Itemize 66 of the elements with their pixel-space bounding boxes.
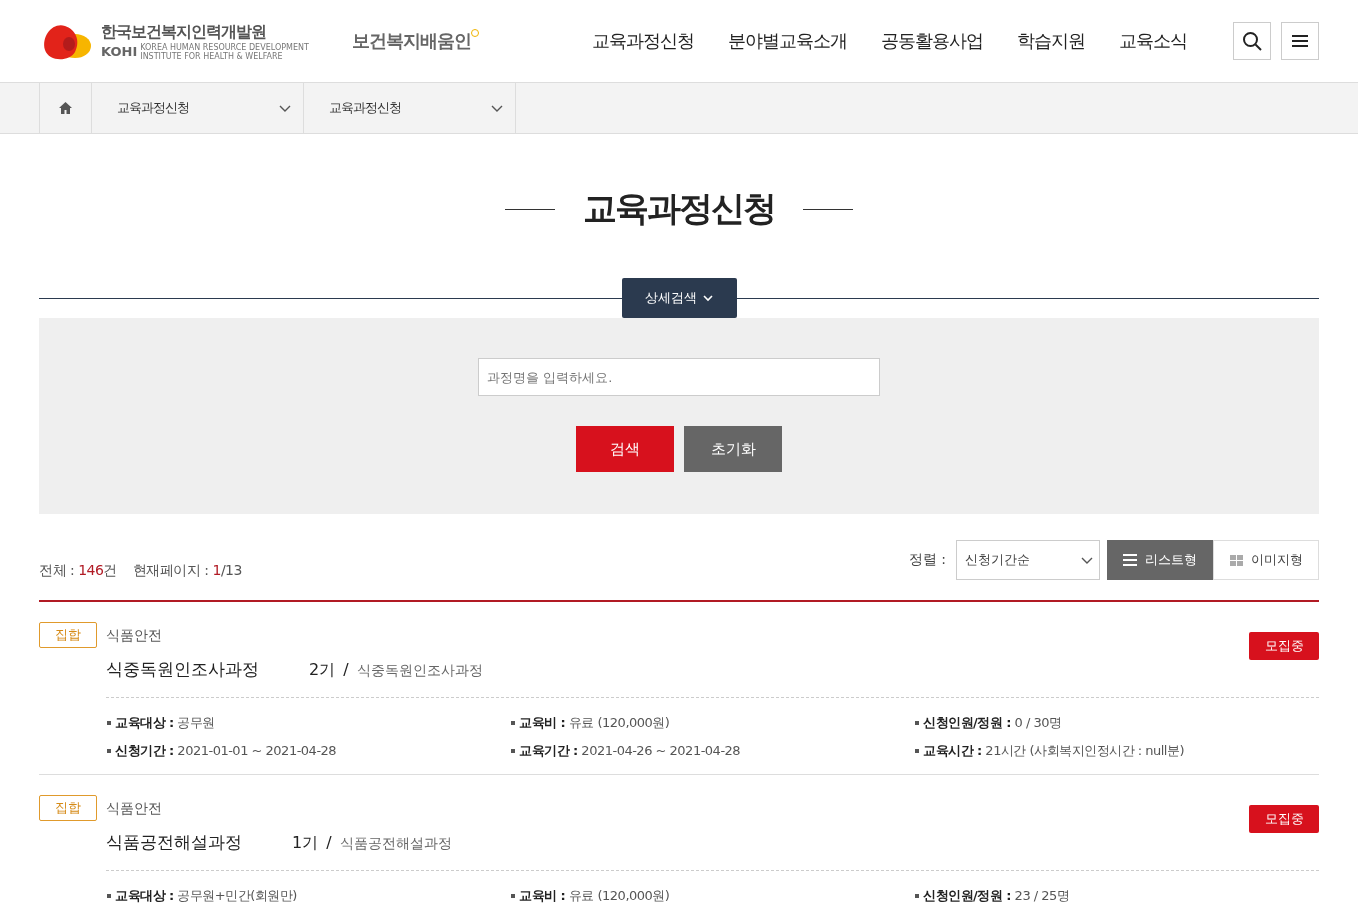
course-detail: 신청인원/정원 : 23 / 25명 <box>923 887 1070 905</box>
nav-link[interactable]: 학습지원 <box>1017 29 1085 53</box>
list-icon <box>1123 554 1137 566</box>
nav-link[interactable]: 교육과정신청 <box>592 29 694 53</box>
bullet-icon <box>915 894 919 898</box>
course-category: 식품안전 <box>106 626 162 645</box>
menu-icon <box>1292 35 1308 47</box>
course-detail: 교육대상 : 공무원+민간(회원만) <box>115 887 297 905</box>
total-count: 전체 : 146건 <box>39 562 117 580</box>
course-category: 식품안전 <box>106 799 162 818</box>
nav-link[interactable]: 공동활용사업 <box>881 29 983 53</box>
nav-link[interactable]: 교육소식 <box>1119 29 1187 53</box>
bullet-icon <box>511 749 515 753</box>
current-page: 현재페이지 : 1/13 <box>132 562 242 580</box>
chevron-down-icon <box>703 294 713 302</box>
course-subtitle: 식품공전해설과정 <box>339 835 452 853</box>
bullet-icon <box>107 894 111 898</box>
organization-english-name: KOREA HUMAN RESOURCE DEVELOPMENT INSTITUTE FOR HEALTH & WELFARE <box>140 42 310 61</box>
organization-name: 한국보건복지인력개발원 <box>101 21 267 43</box>
sort-label: 정렬 : <box>908 551 946 569</box>
bullet-icon <box>511 721 515 725</box>
course-round: 2기 <box>309 660 336 681</box>
breadcrumb-dropdown[interactable]: 교육과정신청 <box>92 83 304 133</box>
status-badge[interactable]: 모집중 <box>1249 805 1319 833</box>
course-detail: 교육비 : 유료 (120,000원) <box>519 714 670 732</box>
course-round: 1기 <box>292 833 319 854</box>
chevron-down-icon <box>491 104 503 112</box>
view-toggle[interactable]: 리스트형 <box>1107 540 1213 580</box>
sort-select[interactable]: 신청기간순 <box>956 540 1100 580</box>
chevron-down-icon <box>1081 556 1093 564</box>
detail-search-toggle[interactable]: 상세검색 <box>621 278 737 318</box>
course-detail: 신청기간 : 2021-01-01 ~ 2021-04-28 <box>115 742 337 760</box>
nav-link[interactable]: 분야별교육소개 <box>728 29 847 53</box>
course-detail: 교육비 : 유료 (120,000원) <box>519 887 670 905</box>
status-badge[interactable]: 모집중 <box>1249 632 1319 660</box>
search-icon <box>1242 31 1262 51</box>
course-title[interactable]: 식품공전해설과정 <box>106 831 242 854</box>
course-detail: 신청인원/정원 : 0 / 30명 <box>923 714 1062 732</box>
menu-button[interactable] <box>1281 22 1319 60</box>
organization-abbreviation: KOHI <box>101 44 138 59</box>
chevron-down-icon <box>279 104 291 112</box>
bullet-icon <box>915 749 919 753</box>
search-field[interactable]: 과정명을 입력하세요. <box>478 358 880 396</box>
bullet-icon <box>511 894 515 898</box>
search-button[interactable] <box>1233 22 1271 60</box>
bullet-icon <box>107 749 111 753</box>
breadcrumb-dropdown[interactable]: 교육과정신청 <box>304 83 516 133</box>
reset-button[interactable]: 초기화 <box>684 426 782 472</box>
bullet-icon <box>107 721 111 725</box>
home-button[interactable] <box>39 83 92 133</box>
grid-icon <box>1229 554 1243 566</box>
course-type-tag: 집합 <box>39 795 97 821</box>
course-type-tag: 집합 <box>39 622 97 648</box>
course-detail: 교육시간 : 21시간 (사회복지인정시간 : null분) <box>923 742 1185 760</box>
page-title: 교육과정신청 <box>583 187 775 230</box>
bullet-icon <box>915 721 919 725</box>
separator: / <box>343 660 349 679</box>
course-detail: 교육기간 : 2021-04-26 ~ 2021-04-28 <box>519 742 741 760</box>
course-subtitle: 식중독원인조사과정 <box>356 662 483 680</box>
search-submit-button[interactable]: 검색 <box>576 426 674 472</box>
home-icon <box>59 102 72 114</box>
course-detail: 교육대상 : 공무원 <box>115 714 215 732</box>
course-title[interactable]: 식중독원인조사과정 <box>106 658 259 681</box>
separator: / <box>326 833 332 852</box>
service-name[interactable]: 보건복지배움인 <box>352 29 478 53</box>
view-toggle[interactable]: 이미지형 <box>1213 540 1319 580</box>
